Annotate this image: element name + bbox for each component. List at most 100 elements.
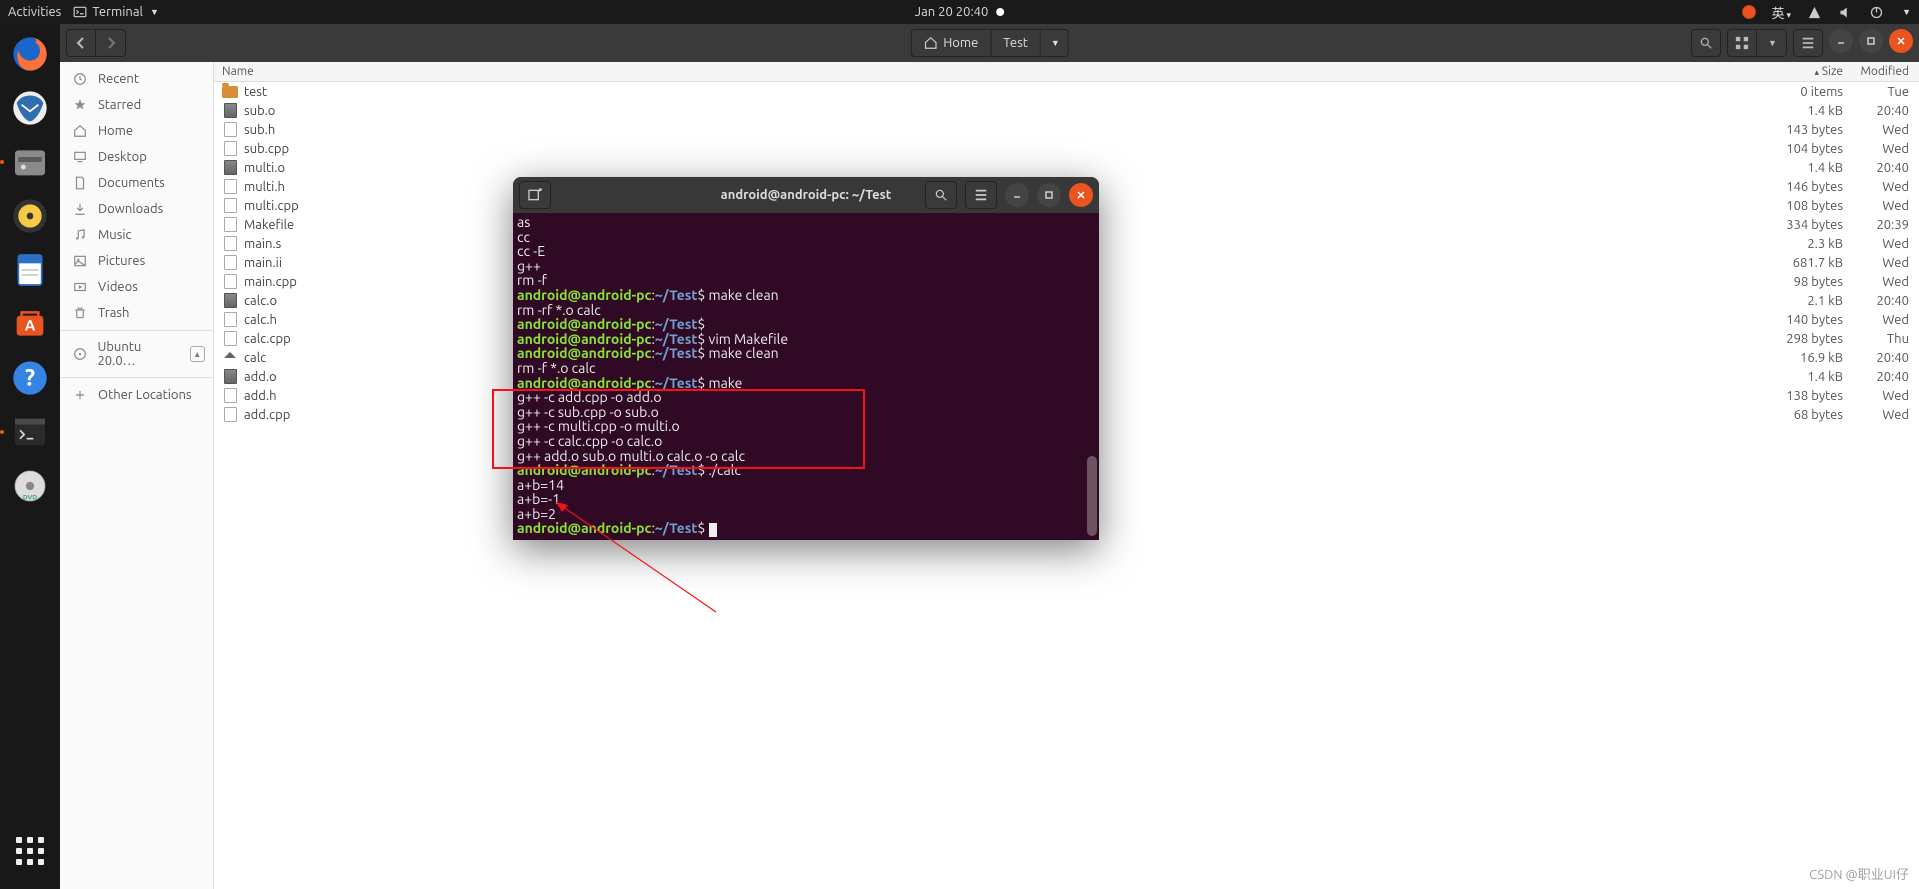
gnome-topbar: Activities Terminal ▼ Jan 20 20:40 英▾ ▼ [0,0,1919,24]
dock-software[interactable]: A [6,300,54,348]
path-segment-home[interactable]: Home [910,29,991,57]
sidebar-item-label: Ubuntu 20.0… [97,340,179,368]
updates-available-icon[interactable] [1742,5,1756,19]
sidebar-item-documents[interactable]: Documents [60,170,213,196]
object-file-icon [222,103,238,119]
view-options-button[interactable]: ▼ [1757,29,1787,57]
column-headers[interactable]: Name ▴ Size Modified [214,62,1919,82]
chevron-down-icon[interactable]: ▼ [1902,7,1911,17]
dock-help[interactable]: ? [6,354,54,402]
watermark: CSDN @职业UI仔 [1809,864,1909,883]
eject-icon[interactable]: ▲ [190,346,206,362]
sidebar-item-label: Pictures [98,254,145,268]
dock-disc[interactable]: DVD [6,462,54,510]
terminal-line: a+b=14 [517,478,1095,493]
input-method[interactable]: 英▾ [1772,3,1792,22]
search-button[interactable] [1691,29,1721,57]
column-modified[interactable]: Modified [1849,65,1919,78]
sidebar-item-recent[interactable]: Recent [60,66,213,92]
sidebar-item-other[interactable]: Other Locations [60,382,213,408]
path-segment-current[interactable]: Test [991,29,1041,57]
network-icon[interactable] [1807,5,1822,20]
power-icon[interactable] [1869,5,1884,20]
view-grid-button[interactable] [1727,29,1757,57]
file-size: 146 bytes [1779,180,1849,194]
chevron-down-icon: ▼ [150,7,159,17]
hamburger-menu-button[interactable] [1793,29,1823,57]
new-tab-button[interactable] [519,181,551,209]
file-modified: Wed [1849,313,1919,327]
sidebar-item-ubuntu[interactable]: Ubuntu 20.0… ▲ [60,335,213,373]
file-row[interactable]: sub.h143 bytesWed [214,120,1919,139]
maximize-button[interactable] [1859,29,1883,53]
sidebar-item-label: Trash [98,306,129,320]
download-icon [72,201,88,217]
file-size: 1.4 kB [1779,370,1849,384]
terminal-menu-button[interactable] [965,181,997,209]
search-icon [934,188,948,202]
file-row[interactable]: sub.o1.4 kB20:40 [214,101,1919,120]
apps-grid-icon [16,837,44,865]
app-indicator[interactable]: Terminal ▼ [73,5,159,19]
text-file-icon [222,407,238,423]
text-file-icon [222,179,238,195]
file-name: multi.cpp [244,199,299,213]
column-name[interactable]: Name [214,65,1779,78]
dock-files[interactable] [6,138,54,186]
desktop-icon [72,149,88,165]
svg-text:?: ? [25,365,35,391]
sidebar-item-label: Music [98,228,132,242]
clock[interactable]: Jan 20 20:40 [915,5,1005,19]
file-modified: Wed [1849,275,1919,289]
sidebar-item-trash[interactable]: Trash [60,300,213,326]
sidebar-item-music[interactable]: Music [60,222,213,248]
executable-icon [222,350,238,366]
file-size: 104 bytes [1779,142,1849,156]
file-row[interactable]: test0 itemsTue [214,82,1919,101]
terminal-line: g++ -c multi.cpp -o multi.o [517,419,1095,434]
terminal-minimize-button[interactable] [1005,183,1029,207]
terminal-maximize-button[interactable] [1037,183,1061,207]
terminal-area[interactable]: ascccc -Eg++rm -fandroid@android-pc:~/Te… [513,213,1099,540]
volume-icon[interactable] [1838,5,1853,20]
dock-firefox[interactable] [6,30,54,78]
path-menu-button[interactable]: ▼ [1041,29,1069,57]
disk-icon [72,346,87,362]
terminal-scrollbar[interactable] [1087,456,1097,536]
terminal-line: android@android-pc:~/Test$ make clean [517,288,1095,303]
maximize-icon [1044,190,1054,200]
sidebar-item-downloads[interactable]: Downloads [60,196,213,222]
sidebar-item-videos[interactable]: Videos [60,274,213,300]
grid-view-icon [1735,36,1749,50]
minimize-button[interactable] [1829,29,1853,53]
dock-thunderbird[interactable] [6,84,54,132]
terminal-search-button[interactable] [925,181,957,209]
back-button[interactable] [66,29,96,57]
activities-button[interactable]: Activities [8,5,61,19]
sidebar-item-desktop[interactable]: Desktop [60,144,213,170]
file-size: 98 bytes [1779,275,1849,289]
file-name: add.o [244,370,277,384]
forward-button[interactable] [96,29,126,57]
dock-rhythmbox[interactable] [6,192,54,240]
file-size: 334 bytes [1779,218,1849,232]
svg-text:A: A [25,317,36,334]
object-file-icon [222,160,238,176]
column-size[interactable]: ▴ Size [1779,65,1849,78]
dock-terminal[interactable] [6,408,54,456]
sidebar-item-starred[interactable]: Starred [60,92,213,118]
sidebar-item-home[interactable]: Home [60,118,213,144]
file-row[interactable]: multi.o1.4 kB20:40 [214,158,1919,177]
close-button[interactable] [1889,29,1913,53]
minimize-icon [1836,36,1846,46]
file-name: calc [244,351,266,365]
show-applications-button[interactable] [6,827,54,875]
dock-writer[interactable] [6,246,54,294]
terminal-headerbar: android@android-pc: ~/Test [513,177,1099,213]
sidebar-item-pictures[interactable]: Pictures [60,248,213,274]
file-row[interactable]: sub.cpp104 bytesWed [214,139,1919,158]
file-modified: Wed [1849,256,1919,270]
terminal-close-button[interactable] [1069,183,1093,207]
terminal-line: g++ -c add.cpp -o add.o [517,390,1095,405]
file-name: calc.h [244,313,277,327]
